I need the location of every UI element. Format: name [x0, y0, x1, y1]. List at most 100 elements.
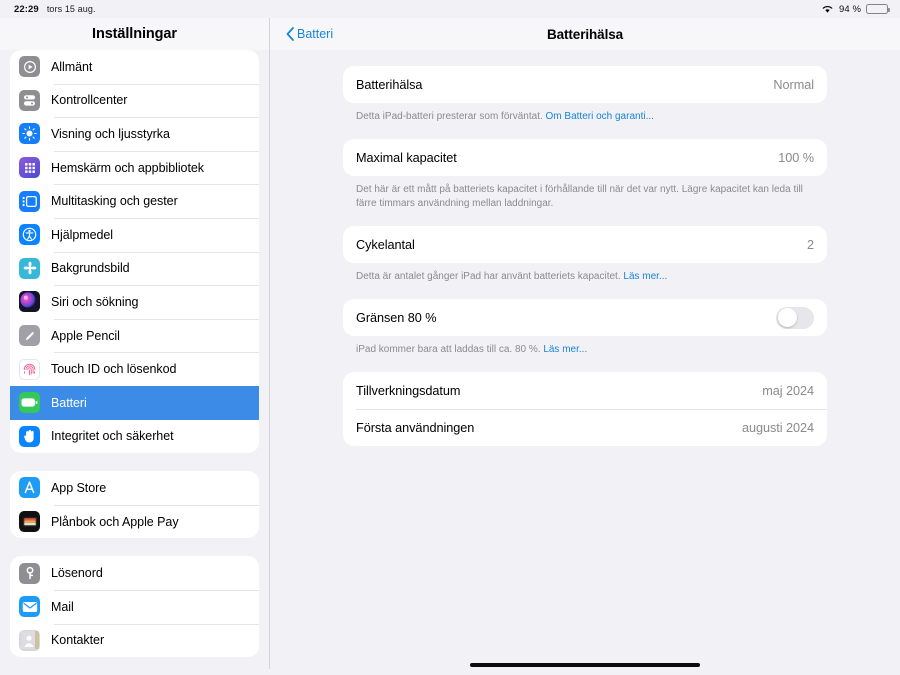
sidebar-item-label: Kontakter	[51, 633, 105, 648]
general-gear-icon	[19, 56, 40, 78]
toggle-knob	[777, 308, 797, 327]
touch-id-icon	[19, 358, 40, 380]
limit-80-toggle[interactable]	[776, 306, 814, 329]
page-title: Batterihälsa	[546, 26, 624, 42]
settings-row-value: 100 %	[778, 150, 814, 165]
settings-row-första-användningen[interactable]: Första användningen augusti 2024	[343, 409, 827, 446]
sidebar-item-kontrollcenter[interactable]: Kontrollcenter	[10, 83, 259, 118]
sidebar-item-visning-och-ljusstyrka[interactable]: Visning och ljusstyrka	[10, 117, 259, 151]
sidebar-item-label: Allmänt	[51, 59, 93, 74]
footnote-link[interactable]: Läs mer...	[543, 344, 587, 355]
settings-footnote: Detta iPad-batteri presterar som förvänt…	[343, 103, 827, 124]
settings-row-label: Maximal kapacitet	[356, 150, 457, 165]
sidebar-bottom-mask	[0, 669, 270, 675]
chevron-left-icon	[286, 27, 294, 41]
footnote-link[interactable]: Läs mer...	[623, 271, 667, 282]
sidebar-item-hjälpmedel[interactable]: Hjälpmedel	[10, 217, 259, 252]
settings-row-label: Tillverkningsdatum	[356, 383, 461, 398]
sidebar-item-mail[interactable]: Mail	[10, 589, 259, 624]
settings-card: Cykelantal 2	[343, 226, 827, 263]
settings-row-maximal-kapacitet[interactable]: Maximal kapacitet 100 %	[343, 139, 827, 176]
sidebar-item-bakgrundsbild[interactable]: Bakgrundsbild	[10, 251, 259, 286]
home-screen-icon	[19, 157, 40, 179]
sidebar-item-touch-id-och-lösenkod[interactable]: Touch ID och lösenkod	[10, 352, 259, 386]
wallpaper-icon	[19, 257, 40, 279]
sidebar-item-label: Hjälpmedel	[51, 227, 114, 242]
back-button[interactable]: Batteri	[286, 27, 333, 41]
sidebar-item-app-store[interactable]: App Store	[10, 471, 259, 505]
sidebar: Inställningar Allmänt Kontrollcenter Visni…	[0, 18, 270, 675]
settings-row-batterihälsa[interactable]: Batterihälsa Normal	[343, 66, 827, 103]
sidebar-group: Allmänt Kontrollcenter Visning och ljussty…	[10, 50, 259, 454]
sidebar-item-label: Apple Pencil	[51, 328, 120, 343]
siri-icon	[19, 291, 40, 313]
sidebar-item-multitasking-och-gester[interactable]: Multitasking och gester	[10, 184, 259, 218]
sidebar-item-label: Hemskärm och appbibliotek	[51, 160, 204, 175]
sidebar-item-batteri[interactable]: Batteri	[10, 385, 259, 420]
display-brightness-icon	[19, 123, 40, 145]
settings-row-value: Normal	[773, 77, 814, 92]
footnote-text: Detta iPad-batteri presterar som förvänt…	[356, 111, 546, 122]
sidebar-item-label: Kontrollcenter	[51, 93, 128, 108]
sidebar-item-label: Mail	[51, 599, 74, 614]
settings-row-tillverkningsdatum[interactable]: Tillverkningsdatum maj 2024	[343, 372, 827, 409]
settings-card: Batterihälsa Normal	[343, 66, 827, 103]
footnote-text: Detta är antalet gånger iPad har använt …	[356, 271, 624, 282]
battery-percent-label: 94 %	[838, 3, 861, 15]
settings-footnote: Det här är ett mått på batteriets kapaci…	[343, 176, 827, 211]
footnote-link[interactable]: Om Batteri och garanti...	[546, 111, 654, 122]
sidebar-item-label: Touch ID och lösenkod	[51, 362, 177, 377]
settings-row-value: augusti 2024	[741, 420, 814, 435]
app-store-icon	[19, 477, 40, 499]
detail-content: Batterihälsa Normal Detta iPad-batteri pre…	[270, 50, 900, 675]
sidebar-group: Lösenord Mail Kontakter	[10, 556, 259, 658]
split-view: Inställningar Allmänt Kontrollcenter Visni…	[0, 18, 900, 675]
settings-sections: Batterihälsa Normal Detta iPad-batteri pre…	[343, 66, 827, 458]
sidebar-item-label: Multitasking och gester	[51, 194, 178, 209]
sidebar-item-label: Bakgrundsbild	[51, 261, 130, 276]
settings-card: Tillverkningsdatum maj 2024 Första användn…	[343, 372, 827, 446]
ipad-settings-screen: 22:29 tors 15 aug. 94 % Inställningar Al…	[0, 0, 900, 675]
settings-footnote: iPad kommer bara att laddas till ca. 80 …	[343, 336, 827, 357]
settings-row-label: Cykelantal	[356, 237, 415, 252]
detail-pane: Batteri Batterihälsa Batterihälsa Normal D…	[270, 18, 900, 675]
wifi-icon	[822, 6, 833, 13]
sidebar-item-label: App Store	[51, 480, 107, 495]
settings-row-value: maj 2024	[762, 383, 814, 398]
settings-row-label: Gränsen 80 %	[356, 310, 437, 325]
sidebar-item-apple-pencil[interactable]: Apple Pencil	[10, 318, 259, 353]
sidebar-group: App Store Plånbok och Apple Pay	[10, 471, 259, 539]
accessibility-icon	[19, 224, 40, 246]
settings-row-gränsen-80: Gränsen 80 %	[343, 299, 827, 336]
sidebar-item-siri-och-sökning[interactable]: Siri och sökning	[10, 285, 259, 319]
contacts-icon	[19, 629, 40, 651]
settings-card: Maximal kapacitet 100 %	[343, 139, 827, 176]
settings-row-value: 2	[806, 237, 814, 252]
status-bar-right: 94 %	[821, 3, 890, 15]
sidebar-item-integritet-och-säkerhet[interactable]: Integritet och säkerhet	[10, 420, 259, 454]
status-time: 22:29	[14, 3, 39, 15]
control-center-icon	[19, 89, 40, 111]
settings-row-label: Första användningen	[356, 420, 475, 435]
back-button-label: Batteri	[297, 27, 334, 41]
sidebar-list[interactable]: Allmänt Kontrollcenter Visning och ljussty…	[0, 50, 269, 675]
sidebar-item-label: Plånbok och Apple Pay	[51, 514, 179, 529]
status-bar-left: 22:29 tors 15 aug.	[14, 4, 96, 15]
sidebar-item-lösenord[interactable]: Lösenord	[10, 556, 259, 590]
apple-pencil-icon	[19, 325, 40, 347]
sidebar-item-kontakter[interactable]: Kontakter	[10, 623, 259, 658]
footnote-text: Det här är ett mått på batteriets kapaci…	[356, 184, 803, 209]
sidebar-item-hemskärm-och-appbibliotek[interactable]: Hemskärm och appbibliotek	[10, 150, 259, 185]
wallet-icon	[19, 511, 40, 533]
sidebar-item-allmänt[interactable]: Allmänt	[10, 50, 259, 84]
battery-icon	[866, 4, 890, 14]
settings-row-cykelantal[interactable]: Cykelantal 2	[343, 226, 827, 263]
sidebar-title: Inställningar	[0, 18, 269, 50]
status-date: tors 15 aug.	[46, 3, 96, 14]
sidebar-item-plånbok-och-apple-pay[interactable]: Plånbok och Apple Pay	[10, 504, 259, 539]
